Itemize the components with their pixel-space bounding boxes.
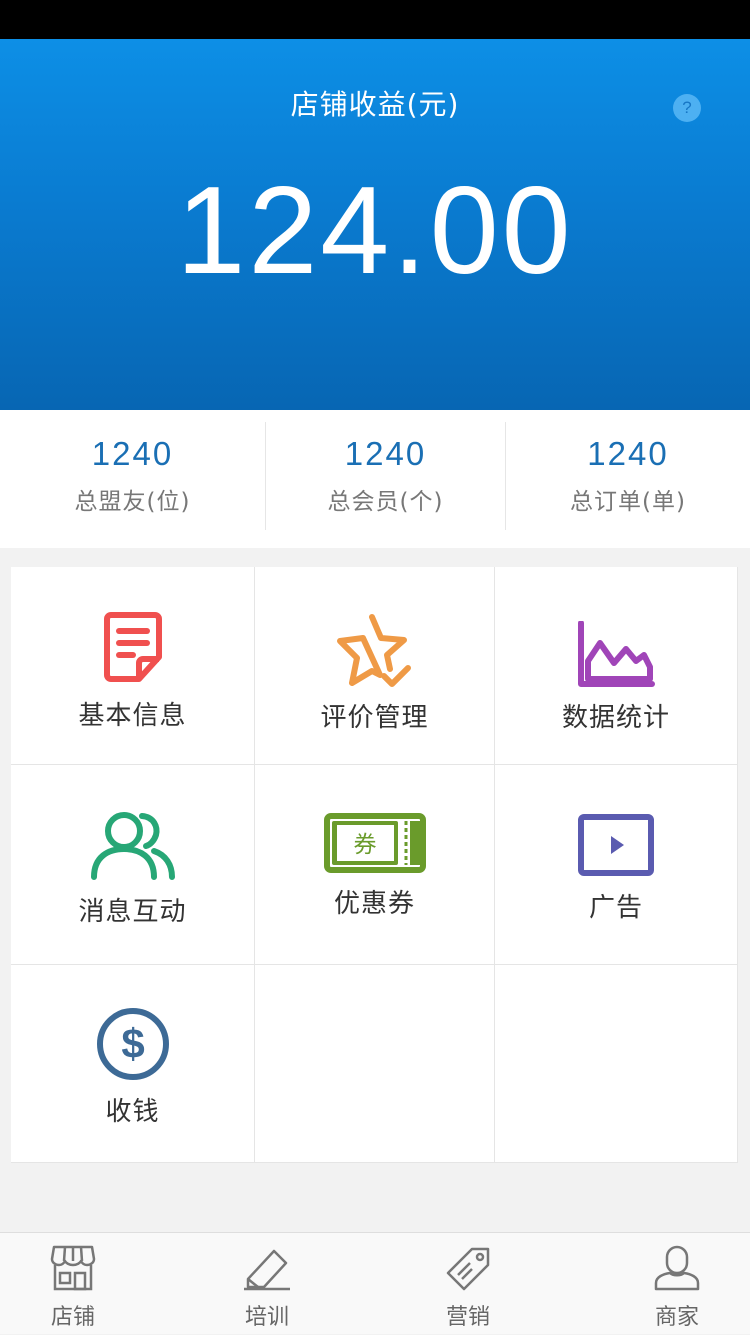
- stat-allies-value: 1240: [91, 435, 174, 472]
- tab-label: 店铺: [50, 1305, 95, 1330]
- tab-store[interactable]: 店铺: [13, 1233, 133, 1335]
- tab-label: 营销: [445, 1305, 490, 1330]
- help-icon[interactable]: ?: [673, 94, 701, 122]
- stat-allies[interactable]: 1240 总盟友(位): [0, 410, 265, 548]
- dollar-icon: $: [96, 1008, 169, 1080]
- document-icon: [103, 612, 162, 682]
- menu-ads[interactable]: 广告: [495, 765, 738, 965]
- svg-text:$: $: [121, 1020, 144, 1067]
- menu-label: 数据统计: [561, 703, 670, 733]
- store-icon: [50, 1245, 96, 1291]
- earnings-title: 店铺收益(元): [290, 88, 460, 121]
- video-icon: [578, 814, 654, 876]
- menu-reviews[interactable]: 评价管理: [255, 567, 495, 765]
- stat-orders[interactable]: 1240 总订单(单): [506, 410, 750, 548]
- tab-label: 商家: [654, 1305, 699, 1330]
- menu-label: 广告: [588, 893, 643, 923]
- coupon-badge-text: 券: [353, 832, 376, 858]
- menu-collect-money[interactable]: $ 收钱: [11, 965, 255, 1163]
- menu-label: 消息互动: [78, 897, 187, 927]
- menu-label: 基本信息: [78, 701, 187, 731]
- menu-empty-cell: [495, 965, 738, 1163]
- earnings-header: 店铺收益(元) ? 124.00: [0, 39, 750, 410]
- tab-training[interactable]: 培训: [207, 1233, 327, 1335]
- tab-label: 培训: [244, 1305, 289, 1330]
- stat-members[interactable]: 1240 总会员(个): [266, 410, 505, 548]
- stat-members-label: 总会员(个): [327, 489, 444, 515]
- stats-panel: 1240 总盟友(位) 1240 总会员(个) 1240 总订单(单): [0, 410, 750, 548]
- menu-statistics[interactable]: 数据统计: [495, 567, 738, 765]
- menu-grid: 基本信息 评价管理 数据统计 消息互动 券 优惠券 广告 $ 收钱: [11, 567, 738, 1163]
- area-chart-icon: [578, 621, 655, 687]
- pen-icon: [244, 1249, 290, 1291]
- menu-basic-info[interactable]: 基本信息: [11, 567, 255, 765]
- menu-label: 优惠券: [333, 889, 415, 919]
- star-check-icon: [336, 614, 411, 687]
- stat-allies-label: 总盟友(位): [74, 489, 191, 515]
- coupon-icon: 券: [323, 813, 426, 873]
- menu-coupons[interactable]: 券 优惠券: [255, 765, 495, 965]
- users-icon: [90, 812, 175, 880]
- menu-label: 收钱: [105, 1097, 160, 1127]
- stat-orders-value: 1240: [587, 435, 669, 472]
- stat-orders-label: 总订单(单): [570, 489, 686, 515]
- menu-empty-cell: [255, 965, 495, 1163]
- tag-icon: [446, 1247, 490, 1291]
- stat-members-value: 1240: [344, 435, 427, 472]
- user-icon: [654, 1245, 700, 1291]
- status-bar: [0, 0, 750, 39]
- tab-marketing[interactable]: 营销: [408, 1233, 528, 1335]
- earnings-amount: 124.00: [176, 162, 574, 300]
- menu-label: 评价管理: [320, 703, 429, 733]
- bottom-tab-bar: 店铺 培训 营销 商家: [0, 1232, 750, 1334]
- tab-merchant[interactable]: 商家: [617, 1233, 737, 1335]
- menu-messages[interactable]: 消息互动: [11, 765, 255, 965]
